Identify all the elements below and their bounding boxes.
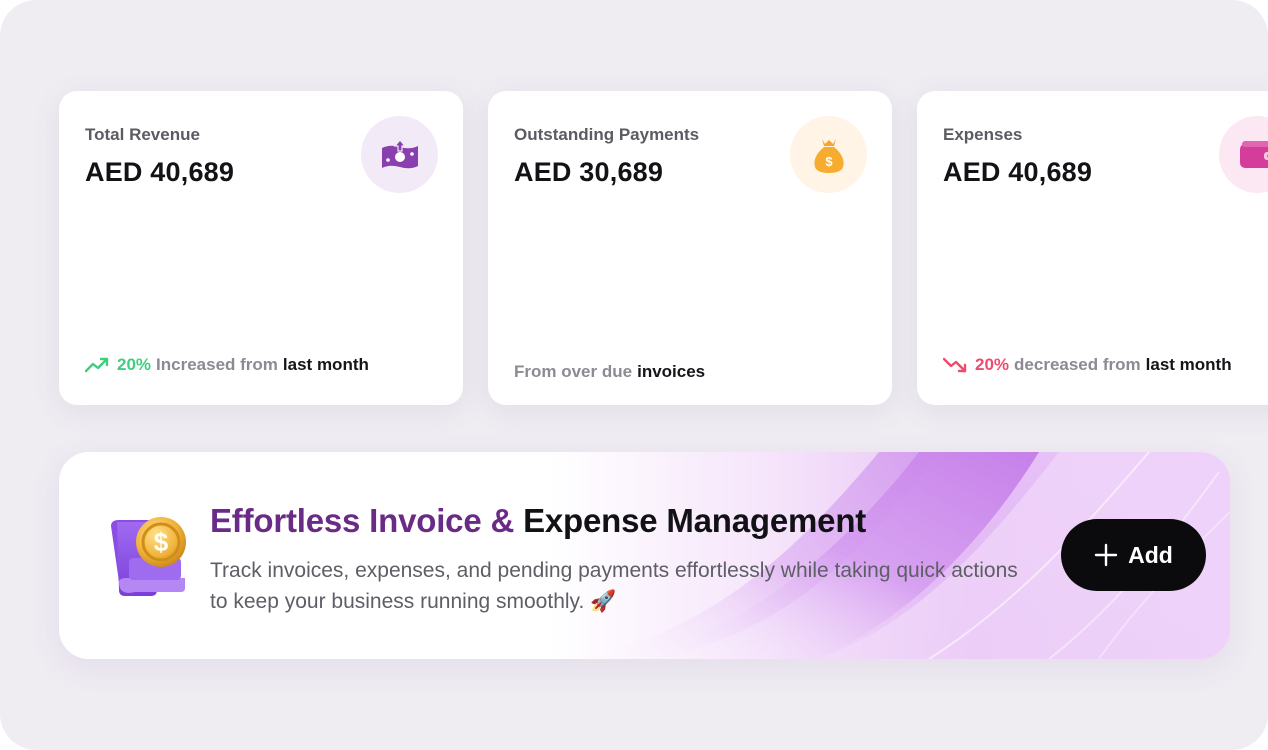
total-revenue-card: Total Revenue AED 40,689 20% Increased f… (59, 91, 463, 405)
trend-text: decreased from (1014, 355, 1141, 374)
trend-percent: 20% (975, 355, 1010, 374)
add-button-label: Add (1128, 541, 1173, 568)
money-bag-icon: $ (790, 116, 867, 193)
card-footer: 20% decreased from last month (943, 355, 1232, 375)
svg-text:$: $ (154, 527, 169, 557)
outstanding-payments-card: Outstanding Payments AED 30,689 $ From o… (488, 91, 892, 405)
dashboard-frame: Total Revenue AED 40,689 20% Increased f… (0, 0, 1268, 750)
expenses-card: Expenses AED 40,689 20% decreased from l… (917, 91, 1268, 405)
trend-percent: 20% (117, 355, 152, 374)
card-title: Expenses (943, 125, 1023, 144)
banner-description: Track invoices, expenses, and pending pa… (210, 559, 1018, 613)
footer-text: From over due (514, 362, 633, 381)
banner-title: Effortless Invoice & Expense Management (210, 502, 866, 540)
revenue-upload-icon (361, 116, 438, 193)
svg-text:$: $ (825, 154, 833, 169)
trend-period: last month (282, 355, 369, 374)
card-title: Total Revenue (85, 125, 200, 144)
trend-period: last month (1145, 355, 1232, 374)
footer-emphasis: invoices (637, 362, 706, 381)
card-value: AED 40,689 (943, 157, 1093, 187)
card-footer: 20% Increased from last month (85, 355, 369, 375)
banner-title-highlight: Effortless Invoice & (210, 502, 515, 539)
card-footer: From over due invoices (514, 362, 705, 382)
card-value: AED 40,689 (85, 157, 235, 187)
card-value: AED 30,689 (514, 157, 664, 187)
wallet-icon (1219, 116, 1268, 193)
trend-text: Increased from (156, 355, 278, 374)
trend-down-icon (943, 357, 967, 373)
card-title: Outstanding Payments (514, 125, 700, 144)
invoice-scroll-coin-icon: $ (107, 512, 189, 598)
trend-up-icon (85, 357, 109, 373)
add-button[interactable]: Add (1061, 519, 1206, 591)
plus-icon (1094, 543, 1118, 567)
banner-title-main: Expense Management (523, 502, 867, 539)
invoice-banner: $ Effortless Invoice & Expense Managemen… (59, 452, 1230, 659)
